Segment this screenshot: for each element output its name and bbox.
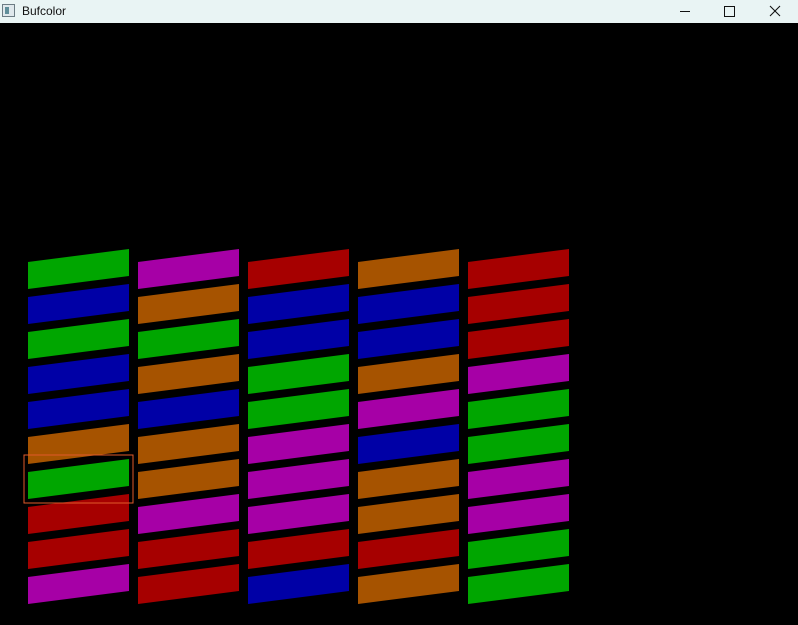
color-bar-c2-r8[interactable] [138, 494, 239, 534]
window-title: Bufcolor [22, 4, 67, 18]
color-bar-c5-r9[interactable] [468, 529, 569, 569]
color-bar-c2-r3[interactable] [138, 319, 239, 359]
color-bar-c2-r9[interactable] [138, 529, 239, 569]
app-window-icon[interactable] [2, 4, 15, 17]
color-bar-c2-r5[interactable] [138, 389, 239, 429]
color-bar-c1-r2[interactable] [28, 284, 129, 324]
color-bar-c4-r9[interactable] [358, 529, 459, 569]
color-bar-c5-r10[interactable] [468, 564, 569, 604]
color-bar-c1-r4[interactable] [28, 354, 129, 394]
color-bar-c4-r2[interactable] [358, 284, 459, 324]
color-bar-c4-r6[interactable] [358, 424, 459, 464]
title-bar: Bufcolor [0, 0, 798, 23]
color-bar-c2-r10[interactable] [138, 564, 239, 604]
color-bar-c3-r8[interactable] [248, 494, 349, 534]
color-bar-c5-r1[interactable] [468, 249, 569, 289]
color-bar-c3-r4[interactable] [248, 354, 349, 394]
color-bar-c5-r8[interactable] [468, 494, 569, 534]
close-icon [769, 5, 781, 17]
color-bar-c1-r9[interactable] [28, 529, 129, 569]
maximize-icon [724, 6, 735, 17]
color-bar-c4-r5[interactable] [358, 389, 459, 429]
color-bar-c5-r3[interactable] [468, 319, 569, 359]
color-bar-c5-r5[interactable] [468, 389, 569, 429]
color-bar-c2-r6[interactable] [138, 424, 239, 464]
color-bar-c3-r1[interactable] [248, 249, 349, 289]
color-bar-c5-r7[interactable] [468, 459, 569, 499]
minimize-icon [680, 11, 690, 12]
color-bar-c3-r5[interactable] [248, 389, 349, 429]
maximize-button[interactable] [706, 0, 752, 23]
color-bar-c3-r6[interactable] [248, 424, 349, 464]
color-bar-c1-r1[interactable] [28, 249, 129, 289]
color-bar-c5-r6[interactable] [468, 424, 569, 464]
close-button[interactable] [752, 0, 798, 23]
color-bar-c2-r7[interactable] [138, 459, 239, 499]
color-bar-c3-r9[interactable] [248, 529, 349, 569]
drawing-canvas[interactable] [0, 23, 798, 625]
color-bar-c1-r6[interactable] [28, 424, 129, 464]
color-bar-c3-r2[interactable] [248, 284, 349, 324]
color-bar-c4-r4[interactable] [358, 354, 459, 394]
color-bar-c4-r8[interactable] [358, 494, 459, 534]
color-bar-c4-r10[interactable] [358, 564, 459, 604]
color-bar-c4-r7[interactable] [358, 459, 459, 499]
color-bar-c1-r8[interactable] [28, 494, 129, 534]
color-bar-c4-r1[interactable] [358, 249, 459, 289]
color-bar-c3-r10[interactable] [248, 564, 349, 604]
color-bar-c1-r7[interactable] [28, 459, 129, 499]
minimize-button[interactable] [661, 0, 707, 23]
color-bar-c5-r2[interactable] [468, 284, 569, 324]
color-bar-c1-r3[interactable] [28, 319, 129, 359]
color-bar-c3-r7[interactable] [248, 459, 349, 499]
color-grid [23, 249, 569, 604]
color-bar-c2-r4[interactable] [138, 354, 239, 394]
color-bar-c1-r5[interactable] [28, 389, 129, 429]
color-bar-c2-r1[interactable] [138, 249, 239, 289]
color-bar-c5-r4[interactable] [468, 354, 569, 394]
color-bar-c1-r10[interactable] [28, 564, 129, 604]
color-bar-c4-r3[interactable] [358, 319, 459, 359]
color-bar-c3-r3[interactable] [248, 319, 349, 359]
color-bar-c2-r2[interactable] [138, 284, 239, 324]
